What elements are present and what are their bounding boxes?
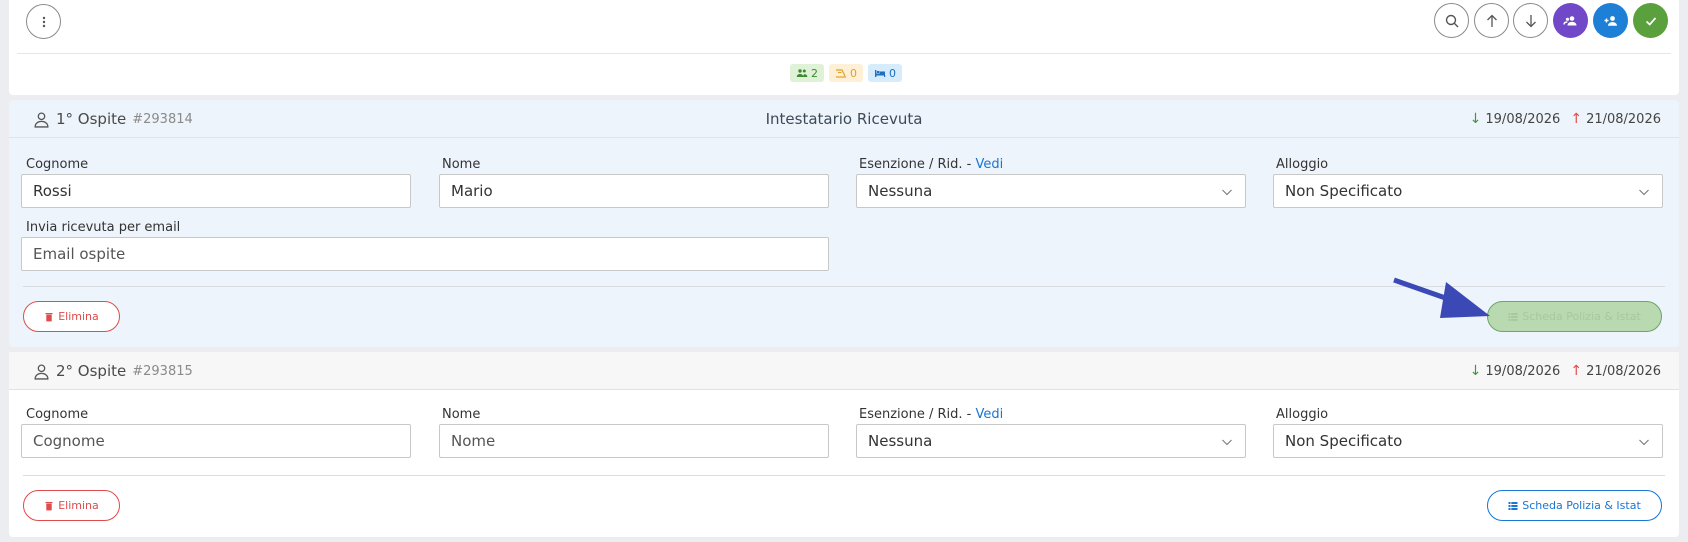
move-down-button[interactable]	[1513, 3, 1548, 38]
arrival-date: 19/08/2026	[1485, 363, 1561, 379]
exemption-label: Esenzione / Rid. - Vedi	[859, 157, 1003, 172]
surname-input[interactable]: Rossi	[21, 174, 411, 208]
guest-card-2: 2° Ospite #293815 ↓ 19/08/2026 ↑ 21/08/2…	[9, 352, 1679, 537]
guest-title: 2° Ospite #293815	[33, 362, 193, 380]
departure-arrow-icon: ↑	[1570, 111, 1583, 127]
surname-label: Cognome	[26, 157, 89, 172]
arrival-arrow-icon: ↓	[1469, 111, 1482, 127]
form-label: Scheda Polizia & Istat	[1522, 310, 1641, 323]
departures-count-badge: 0	[829, 64, 863, 82]
add-group-button[interactable]	[1553, 3, 1588, 38]
chevron-down-icon	[1639, 439, 1649, 446]
exemption-see-link[interactable]: Vedi	[976, 407, 1004, 422]
chevron-down-icon	[1222, 439, 1232, 446]
list-icon	[1508, 501, 1518, 510]
list-icon	[1508, 312, 1518, 321]
receipt-holder-label: Intestatario Ricevuta	[765, 110, 923, 128]
departure-icon	[836, 69, 846, 78]
departures-count: 0	[850, 66, 857, 80]
people-icon	[796, 69, 808, 77]
surname-placeholder: Cognome	[33, 432, 105, 450]
name-input[interactable]: Nome	[439, 424, 829, 458]
name-placeholder: Nome	[451, 432, 496, 450]
departure-date: 21/08/2026	[1586, 111, 1661, 127]
group-add-icon	[1562, 15, 1576, 25]
bed-icon	[875, 70, 886, 77]
add-person-button[interactable]	[1593, 3, 1628, 38]
guest-id: #293815	[132, 363, 193, 379]
exemption-value: Nessuna	[868, 432, 933, 450]
surname-input[interactable]: Cognome	[21, 424, 411, 458]
annotation-arrow-icon	[1393, 277, 1490, 318]
stay-dates: ↓ 19/08/2026 ↑ 21/08/2026	[1470, 363, 1661, 379]
lodging-select[interactable]: Non Specificato	[1273, 174, 1663, 208]
exemption-label-text: Esenzione / Rid. -	[859, 407, 972, 422]
police-istat-form-button[interactable]: Scheda Polizia & Istat	[1487, 301, 1662, 332]
name-label: Nome	[442, 407, 481, 422]
police-istat-form-button[interactable]: Scheda Polizia & Istat	[1487, 490, 1662, 521]
delete-label: Elimina	[58, 310, 99, 323]
email-placeholder: Email ospite	[33, 245, 126, 263]
guest-header: 1° Ospite #293814 Intestatario Ricevuta …	[9, 100, 1679, 138]
exemption-value: Nessuna	[868, 182, 933, 200]
chevron-down-icon	[1639, 189, 1649, 196]
exemption-select[interactable]: Nessuna	[856, 424, 1246, 458]
person-add-icon	[1604, 15, 1617, 26]
name-input[interactable]: Mario	[439, 174, 829, 208]
delete-guest-button[interactable]: Elimina	[23, 301, 120, 332]
surname-label: Cognome	[26, 407, 89, 422]
toolbar-divider	[17, 53, 1671, 54]
footer-divider	[23, 475, 1665, 476]
confirm-button[interactable]	[1633, 3, 1668, 38]
arrow-up-icon	[1486, 14, 1497, 27]
arrival-date: 19/08/2026	[1485, 111, 1561, 127]
guest-header: 2° Ospite #293815 ↓ 19/08/2026 ↑ 21/08/2…	[9, 352, 1679, 390]
stay-dates: ↓ 19/08/2026 ↑ 21/08/2026	[1470, 111, 1661, 127]
lodging-value: Non Specificato	[1285, 432, 1403, 450]
name-value: Mario	[451, 182, 493, 200]
form-label: Scheda Polizia & Istat	[1522, 499, 1641, 512]
trash-icon	[45, 501, 53, 510]
arrival-arrow-icon: ↓	[1469, 363, 1482, 379]
delete-label: Elimina	[58, 499, 99, 512]
check-icon	[1645, 16, 1656, 26]
more-menu-button[interactable]	[26, 4, 61, 39]
more-vertical-icon	[42, 16, 45, 27]
trash-icon	[45, 312, 53, 321]
user-icon	[34, 363, 49, 380]
exemption-label: Esenzione / Rid. - Vedi	[859, 407, 1003, 422]
departure-date: 21/08/2026	[1586, 363, 1661, 379]
exemption-see-link[interactable]: Vedi	[976, 157, 1004, 172]
name-label: Nome	[442, 157, 481, 172]
beds-count: 0	[889, 66, 896, 80]
lodging-select[interactable]: Non Specificato	[1273, 424, 1663, 458]
beds-count-badge: 0	[868, 64, 902, 82]
email-input[interactable]: Email ospite	[21, 237, 829, 271]
guests-count: 2	[811, 66, 818, 80]
arrow-down-icon	[1525, 14, 1536, 27]
surname-value: Rossi	[33, 182, 72, 200]
exemption-select[interactable]: Nessuna	[856, 174, 1246, 208]
lodging-value: Non Specificato	[1285, 182, 1403, 200]
search-button[interactable]	[1434, 3, 1469, 38]
lodging-label: Alloggio	[1276, 157, 1329, 172]
exemption-label-text: Esenzione / Rid. -	[859, 157, 972, 172]
delete-guest-button[interactable]: Elimina	[23, 490, 120, 521]
chevron-down-icon	[1222, 189, 1232, 196]
departure-arrow-icon: ↑	[1570, 363, 1583, 379]
lodging-label: Alloggio	[1276, 407, 1329, 422]
guest-title-label: 2° Ospite	[56, 362, 127, 380]
move-up-button[interactable]	[1474, 3, 1509, 38]
search-icon	[1445, 14, 1458, 27]
toolbar-panel: 2 0 0	[9, 0, 1679, 95]
guests-count-badge: 2	[790, 64, 824, 82]
counters: 2 0 0	[790, 64, 902, 82]
email-label: Invia ricevuta per email	[26, 220, 181, 235]
